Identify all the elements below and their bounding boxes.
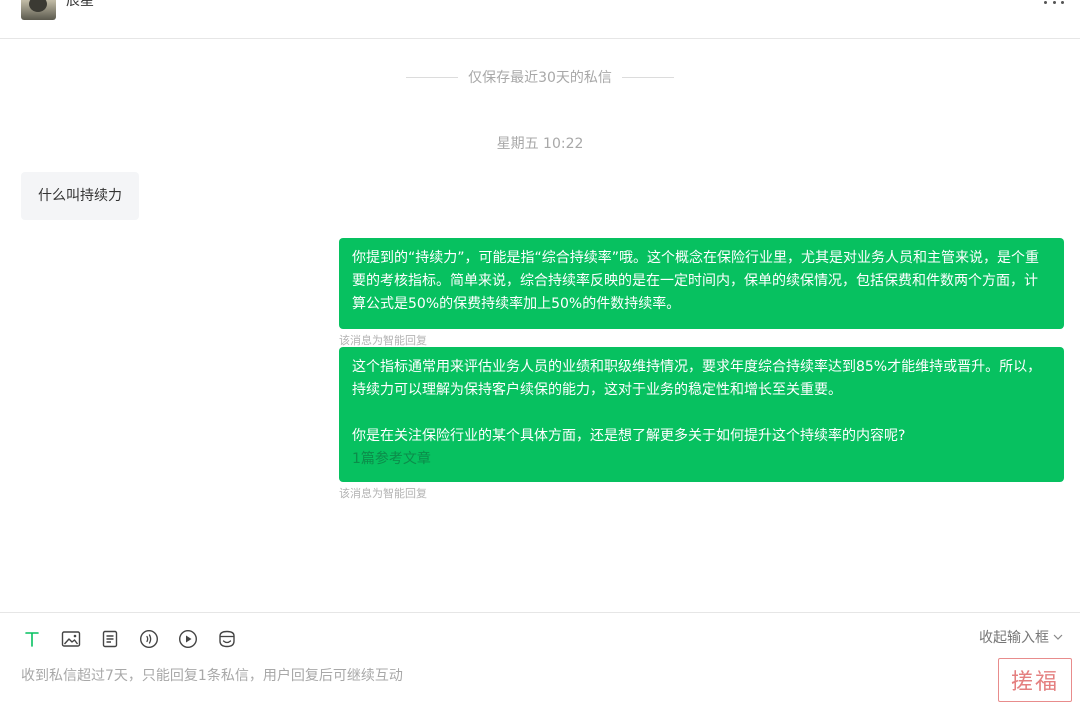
message-input[interactable]: 收到私信超过7天，只能回复1条私信，用户回复后可继续互动	[21, 666, 841, 686]
divider	[621, 76, 674, 78]
reply-message: 这个指标通常用来评估业务人员的业绩和职级维持情况，要求年度综合持续率达到85%才…	[339, 347, 1064, 482]
video-icon[interactable]	[176, 627, 200, 651]
reference-article-link[interactable]: 1篇参考文章	[352, 448, 431, 471]
voice-icon[interactable]	[137, 627, 161, 651]
text-format-icon[interactable]	[20, 627, 44, 651]
emoji-icon[interactable]	[215, 627, 239, 651]
collapse-input-button[interactable]: 收起输入框	[979, 627, 1063, 647]
composer-toolbar	[20, 627, 254, 651]
watermark-stamp: 搓福	[998, 658, 1072, 702]
more-dots-icon[interactable]	[1044, 0, 1064, 8]
message-timestamp: 星期五 10:22	[496, 136, 584, 152]
document-icon[interactable]	[98, 627, 122, 651]
avatar[interactable]	[21, 0, 56, 20]
collapse-input-label: 收起输入框	[979, 630, 1049, 646]
retention-notice: 仅保存最近30天的私信	[0, 66, 1080, 88]
reply-message: 你提到的“持续力”，可能是指“综合持续率”哦。这个概念在保险行业里，尤其是对业务…	[339, 238, 1064, 329]
incoming-message: 什么叫持续力	[21, 172, 139, 220]
chat-header: 辰星	[0, 0, 1080, 39]
contact-name: 辰星	[66, 0, 94, 9]
retention-notice-text: 仅保存最近30天的私信	[468, 70, 612, 86]
image-icon[interactable]	[59, 627, 83, 651]
reply-text: 你提到的“持续力”，可能是指“综合持续率”哦。这个概念在保险行业里，尤其是对业务…	[352, 250, 1040, 312]
composer-divider	[0, 612, 1080, 613]
smart-reply-tag: 该消息为智能回复	[339, 334, 427, 347]
smart-reply-tag: 该消息为智能回复	[339, 487, 427, 500]
reply-text: 这个指标通常用来评估业务人员的业绩和职级维持情况，要求年度综合持续率达到85%才…	[352, 359, 1042, 398]
chevron-down-icon	[1053, 634, 1063, 640]
divider	[406, 76, 459, 78]
reply-text: 你是在关注保险行业的某个具体方面，还是想了解更多关于如何提升这个持续率的内容呢?	[352, 428, 906, 444]
